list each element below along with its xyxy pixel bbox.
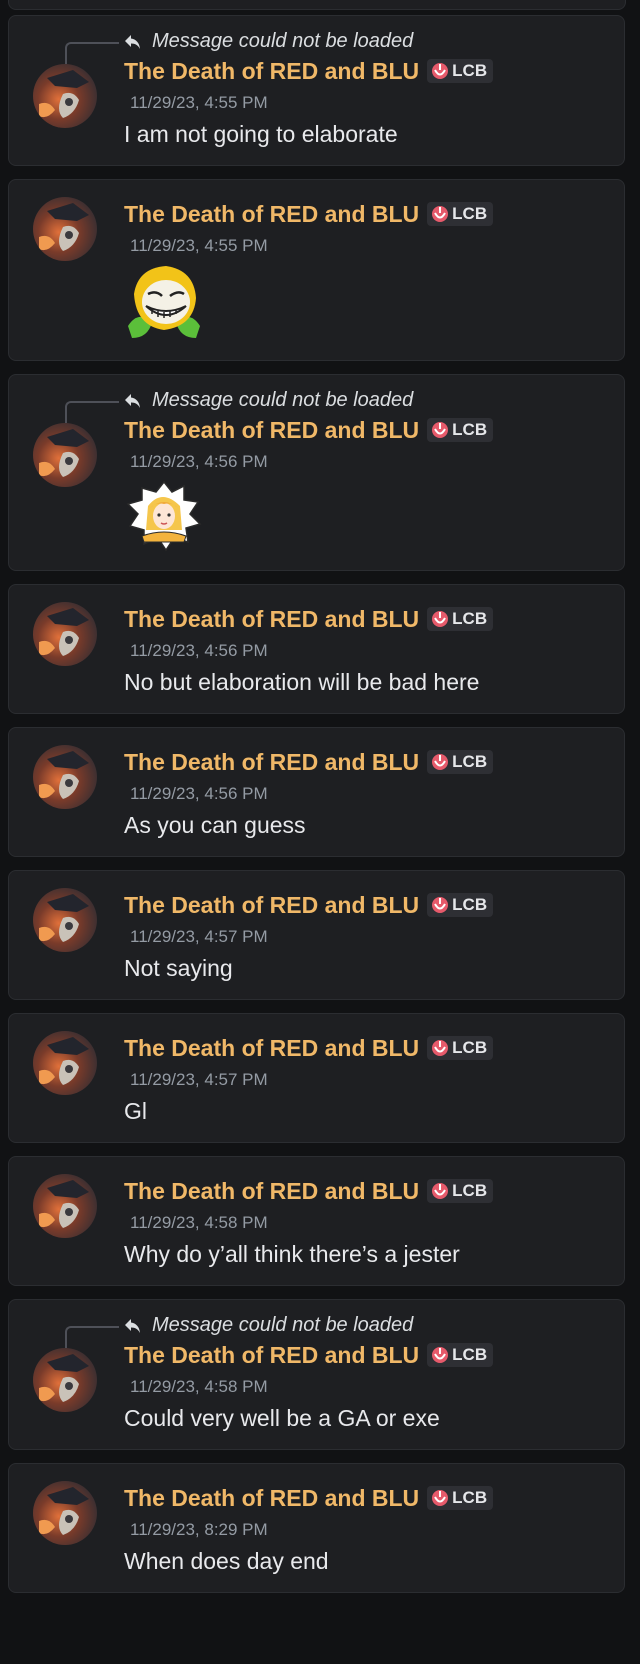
message[interactable]: The Death of RED and BLU LCB 11/29/23, 4… bbox=[8, 870, 625, 1000]
reply-arrow-icon bbox=[124, 33, 146, 51]
author-name[interactable]: The Death of RED and BLU bbox=[124, 749, 419, 776]
avatar[interactable] bbox=[33, 1031, 97, 1095]
message-text: No but elaboration will be bad here bbox=[124, 669, 480, 695]
message[interactable]: Message could not be loaded The Death of… bbox=[8, 15, 625, 166]
reply-arrow-icon bbox=[124, 392, 146, 410]
clan-tag-label: LCB bbox=[452, 204, 488, 223]
clan-tag-icon bbox=[431, 205, 449, 223]
message[interactable]: The Death of RED and BLU LCB 11/29/23, 4… bbox=[8, 584, 625, 714]
message[interactable]: The Death of RED and BLU LCB 11/29/23, 8… bbox=[8, 1463, 625, 1593]
avatar[interactable] bbox=[33, 423, 97, 487]
avatar[interactable] bbox=[33, 602, 97, 666]
trollface-flower-sticker[interactable] bbox=[124, 264, 204, 344]
message-text: When does day end bbox=[124, 1548, 329, 1574]
message[interactable]: The Death of RED and BLU LCB 11/29/23, 4… bbox=[8, 1013, 625, 1143]
clan-tag-icon bbox=[431, 1039, 449, 1057]
author-name[interactable]: The Death of RED and BLU bbox=[124, 417, 419, 444]
timestamp[interactable]: 11/29/23, 4:57 PM bbox=[130, 1070, 604, 1092]
clan-tag[interactable]: LCB bbox=[427, 1486, 494, 1510]
message-text: Why do y’all think there’s a jester bbox=[124, 1241, 460, 1267]
clan-tag-label: LCB bbox=[452, 1488, 488, 1507]
message-text: I am not going to elaborate bbox=[124, 121, 398, 147]
author-name[interactable]: The Death of RED and BLU bbox=[124, 1342, 419, 1369]
clan-tag-icon bbox=[431, 896, 449, 914]
reply-preview[interactable]: Message could not be loaded bbox=[65, 28, 604, 64]
clan-tag[interactable]: LCB bbox=[427, 202, 494, 226]
clan-tag-icon bbox=[431, 1182, 449, 1200]
clan-tag-label: LCB bbox=[452, 609, 488, 628]
clan-tag-icon bbox=[431, 62, 449, 80]
clan-tag-label: LCB bbox=[452, 1038, 488, 1057]
timestamp[interactable]: 11/29/23, 4:55 PM bbox=[130, 93, 604, 115]
clan-tag-label: LCB bbox=[452, 1181, 488, 1200]
author-name[interactable]: The Death of RED and BLU bbox=[124, 201, 419, 228]
message[interactable]: The Death of RED and BLU LCB 11/29/23, 4… bbox=[8, 1156, 625, 1286]
clan-tag[interactable]: LCB bbox=[427, 418, 494, 442]
reply-text: Message could not be loaded bbox=[152, 30, 414, 52]
author-name[interactable]: The Death of RED and BLU bbox=[124, 1485, 419, 1512]
clan-tag-label: LCB bbox=[452, 1345, 488, 1364]
message[interactable]: Message could not be loaded The Death of… bbox=[8, 374, 625, 571]
clan-tag-icon bbox=[431, 421, 449, 439]
message-text: Not saying bbox=[124, 955, 233, 981]
clan-tag-icon bbox=[431, 610, 449, 628]
clan-tag-icon bbox=[431, 753, 449, 771]
author-name[interactable]: The Death of RED and BLU bbox=[124, 892, 419, 919]
message-text: Could very well be a GA or exe bbox=[124, 1405, 440, 1431]
timestamp[interactable]: 11/29/23, 4:58 PM bbox=[130, 1377, 604, 1399]
reply-arrow-icon bbox=[124, 1317, 146, 1335]
clan-tag[interactable]: LCB bbox=[427, 607, 494, 631]
timestamp[interactable]: 11/29/23, 8:29 PM bbox=[130, 1520, 604, 1542]
message[interactable]: The Death of RED and BLU LCB 11/29/23, 4… bbox=[8, 179, 625, 361]
message-text: Gl bbox=[124, 1098, 147, 1124]
timestamp[interactable]: 11/29/23, 4:55 PM bbox=[130, 236, 604, 258]
avatar[interactable] bbox=[33, 1348, 97, 1412]
author-name[interactable]: The Death of RED and BLU bbox=[124, 606, 419, 633]
clan-tag[interactable]: LCB bbox=[427, 1179, 494, 1203]
previous-message-edge bbox=[8, 0, 626, 10]
avatar[interactable] bbox=[33, 745, 97, 809]
clan-tag-label: LCB bbox=[452, 420, 488, 439]
clan-tag[interactable]: LCB bbox=[427, 750, 494, 774]
clan-tag[interactable]: LCB bbox=[427, 1343, 494, 1367]
clan-tag[interactable]: LCB bbox=[427, 59, 494, 83]
clan-tag-icon bbox=[431, 1346, 449, 1364]
avatar[interactable] bbox=[33, 1481, 97, 1545]
reply-spine bbox=[65, 1326, 119, 1348]
author-name[interactable]: The Death of RED and BLU bbox=[124, 58, 419, 85]
timestamp[interactable]: 11/29/23, 4:58 PM bbox=[130, 1213, 604, 1235]
anime-girl-badge-sticker[interactable] bbox=[124, 480, 204, 554]
reply-text: Message could not be loaded bbox=[152, 389, 414, 411]
author-name[interactable]: The Death of RED and BLU bbox=[124, 1178, 419, 1205]
reply-preview[interactable]: Message could not be loaded bbox=[65, 387, 604, 423]
avatar[interactable] bbox=[33, 888, 97, 952]
message-text: As you can guess bbox=[124, 812, 306, 838]
message[interactable]: Message could not be loaded The Death of… bbox=[8, 1299, 625, 1450]
reply-text: Message could not be loaded bbox=[152, 1314, 414, 1336]
avatar[interactable] bbox=[33, 64, 97, 128]
clan-tag-icon bbox=[431, 1489, 449, 1507]
author-name[interactable]: The Death of RED and BLU bbox=[124, 1035, 419, 1062]
clan-tag[interactable]: LCB bbox=[427, 1036, 494, 1060]
timestamp[interactable]: 11/29/23, 4:56 PM bbox=[130, 452, 604, 474]
message[interactable]: The Death of RED and BLU LCB 11/29/23, 4… bbox=[8, 727, 625, 857]
clan-tag-label: LCB bbox=[452, 752, 488, 771]
clan-tag-label: LCB bbox=[452, 895, 488, 914]
message-feed: Message could not be loaded The Death of… bbox=[8, 15, 625, 1606]
reply-preview[interactable]: Message could not be loaded bbox=[65, 1312, 604, 1348]
clan-tag[interactable]: LCB bbox=[427, 893, 494, 917]
reply-spine bbox=[65, 401, 119, 423]
reply-spine bbox=[65, 42, 119, 64]
timestamp[interactable]: 11/29/23, 4:57 PM bbox=[130, 927, 604, 949]
avatar[interactable] bbox=[33, 1174, 97, 1238]
clan-tag-label: LCB bbox=[452, 61, 488, 80]
timestamp[interactable]: 11/29/23, 4:56 PM bbox=[130, 784, 604, 806]
avatar[interactable] bbox=[33, 197, 97, 261]
timestamp[interactable]: 11/29/23, 4:56 PM bbox=[130, 641, 604, 663]
